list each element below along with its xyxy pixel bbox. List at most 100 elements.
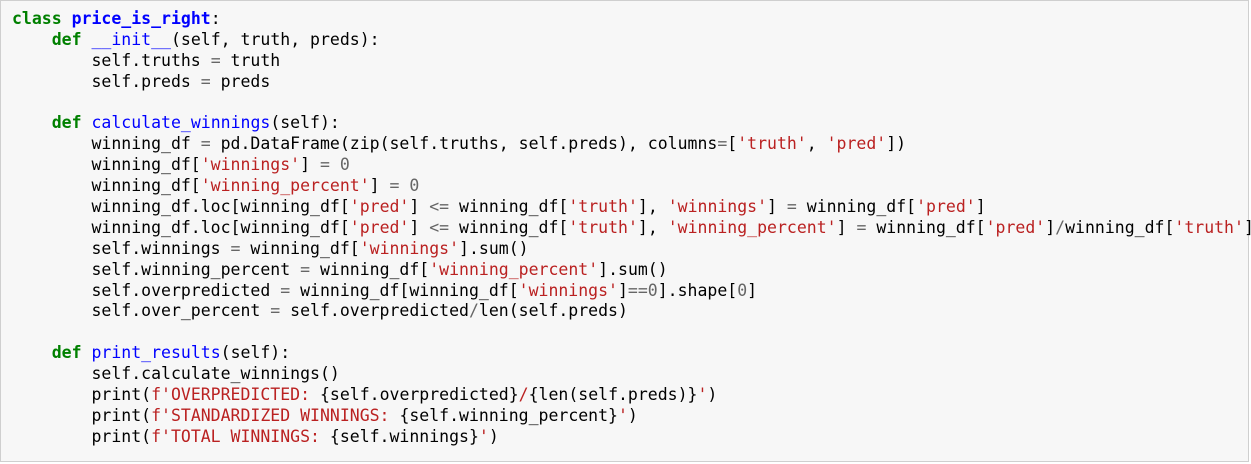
code-editor[interactable]: class price_is_right: def __init__(self,… — [12, 9, 1251, 448]
code-token: winning_df.loc[winning_df[ — [12, 197, 350, 217]
code-line: def print_results(self): — [12, 343, 1251, 364]
code-token: print_results — [91, 343, 221, 363]
code-line: self.winning_percent = winning_df['winni… — [12, 260, 1251, 281]
code-token: (self): — [220, 343, 291, 363]
code-token: 'truth' — [568, 197, 638, 217]
code-line: self.truths = truth — [12, 51, 1251, 72]
code-token: = — [270, 301, 281, 321]
code-line: self.calculate_winnings() — [12, 364, 1251, 385]
code-token: __init__ — [91, 29, 171, 49]
code-token: self.winnings — [12, 238, 231, 258]
code-token: {self.winning_percent} — [399, 405, 618, 425]
code-token: f'TOTAL WINNINGS: — [151, 426, 330, 446]
code-token: {self.winnings} — [329, 426, 479, 446]
code-token: = — [230, 238, 241, 258]
code-token: self.overpredicted — [12, 280, 281, 300]
code-token: def — [51, 29, 82, 49]
code-line: self.overpredicted = winning_df[winning_… — [12, 281, 1251, 302]
code-token: 'winnings' — [518, 280, 618, 300]
code-token: = — [856, 217, 867, 237]
code-token: ] — [300, 155, 320, 175]
code-token: ) — [707, 385, 718, 405]
code-token: ) — [488, 426, 499, 446]
code-token: / — [1055, 217, 1066, 237]
code-token: ) — [627, 405, 638, 425]
code-line: def __init__(self, truth, preds): — [12, 30, 1251, 51]
code-line: self.preds = preds — [12, 72, 1251, 93]
code-token: f'OVERPREDICTED: — [151, 385, 320, 405]
code-token: ] — [409, 197, 430, 217]
code-token: 'truth' — [1174, 217, 1244, 237]
code-token: = — [200, 134, 211, 154]
code-token: 'pred' — [826, 134, 887, 154]
code-token: = — [319, 155, 330, 175]
code-token: = — [210, 50, 221, 70]
code-token: ] — [409, 217, 430, 237]
code-token: == — [627, 280, 648, 300]
code-token: winning_df — [12, 134, 201, 154]
code-line: print(f'TOTAL WINNINGS: {self.winnings}'… — [12, 427, 1251, 448]
code-line: print(f'STANDARDIZED WINNINGS: {self.win… — [12, 406, 1251, 427]
code-token: truth — [220, 50, 281, 70]
code-line: self.winnings = winning_df['winnings'].s… — [12, 239, 1251, 260]
code-token: ] — [617, 280, 628, 300]
code-token: self.over_percent — [12, 301, 271, 321]
code-line: winning_df['winnings'] = 0 — [12, 155, 1251, 176]
code-token: 'winnings' — [359, 238, 460, 258]
code-token: self.preds — [12, 71, 201, 91]
code-token: 'winning_percent' — [200, 176, 370, 196]
code-token: 'pred' — [916, 197, 976, 217]
code-line: print(f'OVERPREDICTED: {self.overpredict… — [12, 385, 1251, 406]
code-token: ]) — [886, 134, 907, 154]
code-token: print( — [12, 405, 152, 425]
code-line: winning_df['winning_percent'] = 0 — [12, 176, 1251, 197]
code-token: 0 — [409, 176, 420, 196]
code-token: / — [468, 301, 479, 321]
code-token: winning_df[ — [12, 176, 201, 196]
code-line: winning_df.loc[winning_df['pred'] <= win… — [12, 218, 1251, 239]
code-token: ] — [767, 197, 787, 217]
code-token: self.overpredicted — [280, 301, 469, 321]
code-token: winning_df[ — [12, 155, 201, 175]
code-token: ], — [637, 197, 668, 217]
code-token: 'winning_percent' — [429, 259, 599, 279]
code-line: class price_is_right: — [12, 9, 1251, 30]
code-token: winning_df.loc[winning_df[ — [12, 217, 350, 237]
code-token: 0 — [647, 280, 658, 300]
code-token: ] — [369, 176, 390, 196]
code-token: , — [806, 134, 827, 154]
code-token: : — [210, 9, 221, 28]
code-token: print( — [12, 426, 152, 446]
code-token: pd.DataFrame(zip(self.truths, self.preds… — [210, 134, 718, 154]
code-token: ' — [478, 426, 489, 446]
code-token: ].sum() — [598, 259, 668, 279]
code-token: winning_df[ — [796, 197, 917, 217]
code-token: ] — [975, 197, 986, 217]
code-token: f'STANDARDIZED WINNINGS: — [151, 405, 400, 425]
code-token: preds — [210, 71, 271, 91]
code-token: len(self.preds) — [478, 301, 628, 321]
code-line: def calculate_winnings(self): — [12, 113, 1251, 134]
code-token: def — [51, 343, 82, 363]
code-token: = — [717, 134, 728, 154]
code-token: winning_df[winning_df[ — [290, 280, 519, 300]
code-token: ] — [1244, 218, 1251, 237]
code-token: ' — [617, 405, 628, 425]
code-cell[interactable]: class price_is_right: def __init__(self,… — [0, 0, 1251, 462]
code-token: <= — [429, 197, 450, 217]
code-token: print( — [12, 385, 152, 405]
code-token: ].sum() — [459, 238, 529, 258]
code-line: winning_df.loc[winning_df[ 'pred'] <= win… — [12, 197, 1251, 218]
code-token: [ — [727, 134, 738, 154]
code-token: ] — [836, 217, 857, 237]
code-token: {self.overpredicted} — [319, 385, 519, 405]
code-token: 'winnings' — [667, 197, 768, 217]
code-token: ] — [1045, 217, 1056, 237]
code-token: (self): — [270, 113, 340, 133]
